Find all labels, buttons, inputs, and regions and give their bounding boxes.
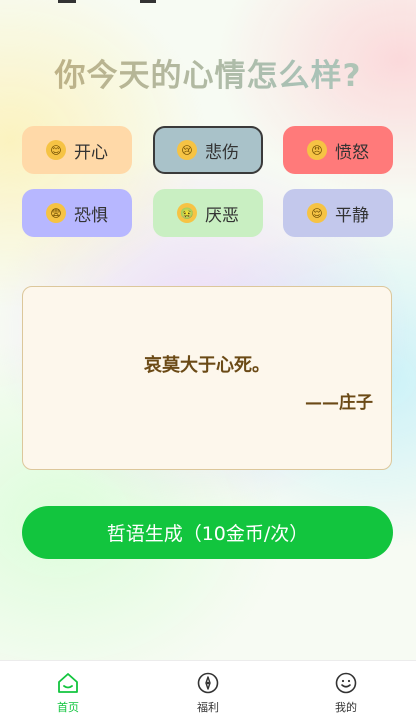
mood-label: 悲伤 (205, 142, 239, 163)
quote-text: 哀莫大于心死。 (144, 355, 270, 376)
compass-icon (197, 672, 219, 694)
nauseated-face-icon: 🤢 (177, 203, 197, 223)
mood-label: 愤怒 (335, 142, 369, 163)
mood-label: 开心 (74, 142, 108, 163)
mood-label: 厌恶 (205, 205, 239, 226)
mood-button-calm[interactable]: 😌 平静 (283, 189, 393, 237)
tab-profile[interactable]: 我的 (306, 661, 386, 721)
page-title: 你今天的心情怎么样? (0, 50, 416, 95)
quote-card: 哀莫大于心死。 ——庄子 (22, 286, 392, 470)
mood-button-sad[interactable]: 😢 悲伤 (153, 126, 263, 174)
angry-face-icon: 😠 (307, 140, 327, 160)
mood-button-angry[interactable]: 😠 愤怒 (283, 126, 393, 174)
quote-author: ——庄子 (305, 393, 373, 413)
tab-benefits[interactable]: 福利 (168, 661, 248, 721)
status-bar-fragment (58, 0, 158, 3)
tab-label: 福利 (197, 701, 219, 714)
mood-label: 恐惧 (74, 205, 108, 226)
tab-label: 首页 (57, 701, 79, 714)
relieved-face-icon: 😌 (307, 203, 327, 223)
generate-quote-button[interactable]: 哲语生成（10金币/次） (22, 506, 393, 559)
mood-button-disgust[interactable]: 🤢 厌恶 (153, 189, 263, 237)
mood-label: 平静 (335, 205, 369, 226)
mood-button-fear[interactable]: 😨 恐惧 (22, 189, 132, 237)
fearful-face-icon: 😨 (46, 203, 66, 223)
smiling-face-icon: 😊 (46, 140, 66, 160)
tab-home[interactable]: 首页 (28, 661, 108, 721)
smiley-icon (335, 672, 357, 694)
mood-button-happy[interactable]: 😊 开心 (22, 126, 132, 174)
crying-face-icon: 😢 (177, 140, 197, 160)
home-icon (58, 673, 78, 693)
bottom-tab-bar: 首页 福利 我的 (0, 660, 416, 721)
tab-label: 我的 (335, 701, 357, 714)
